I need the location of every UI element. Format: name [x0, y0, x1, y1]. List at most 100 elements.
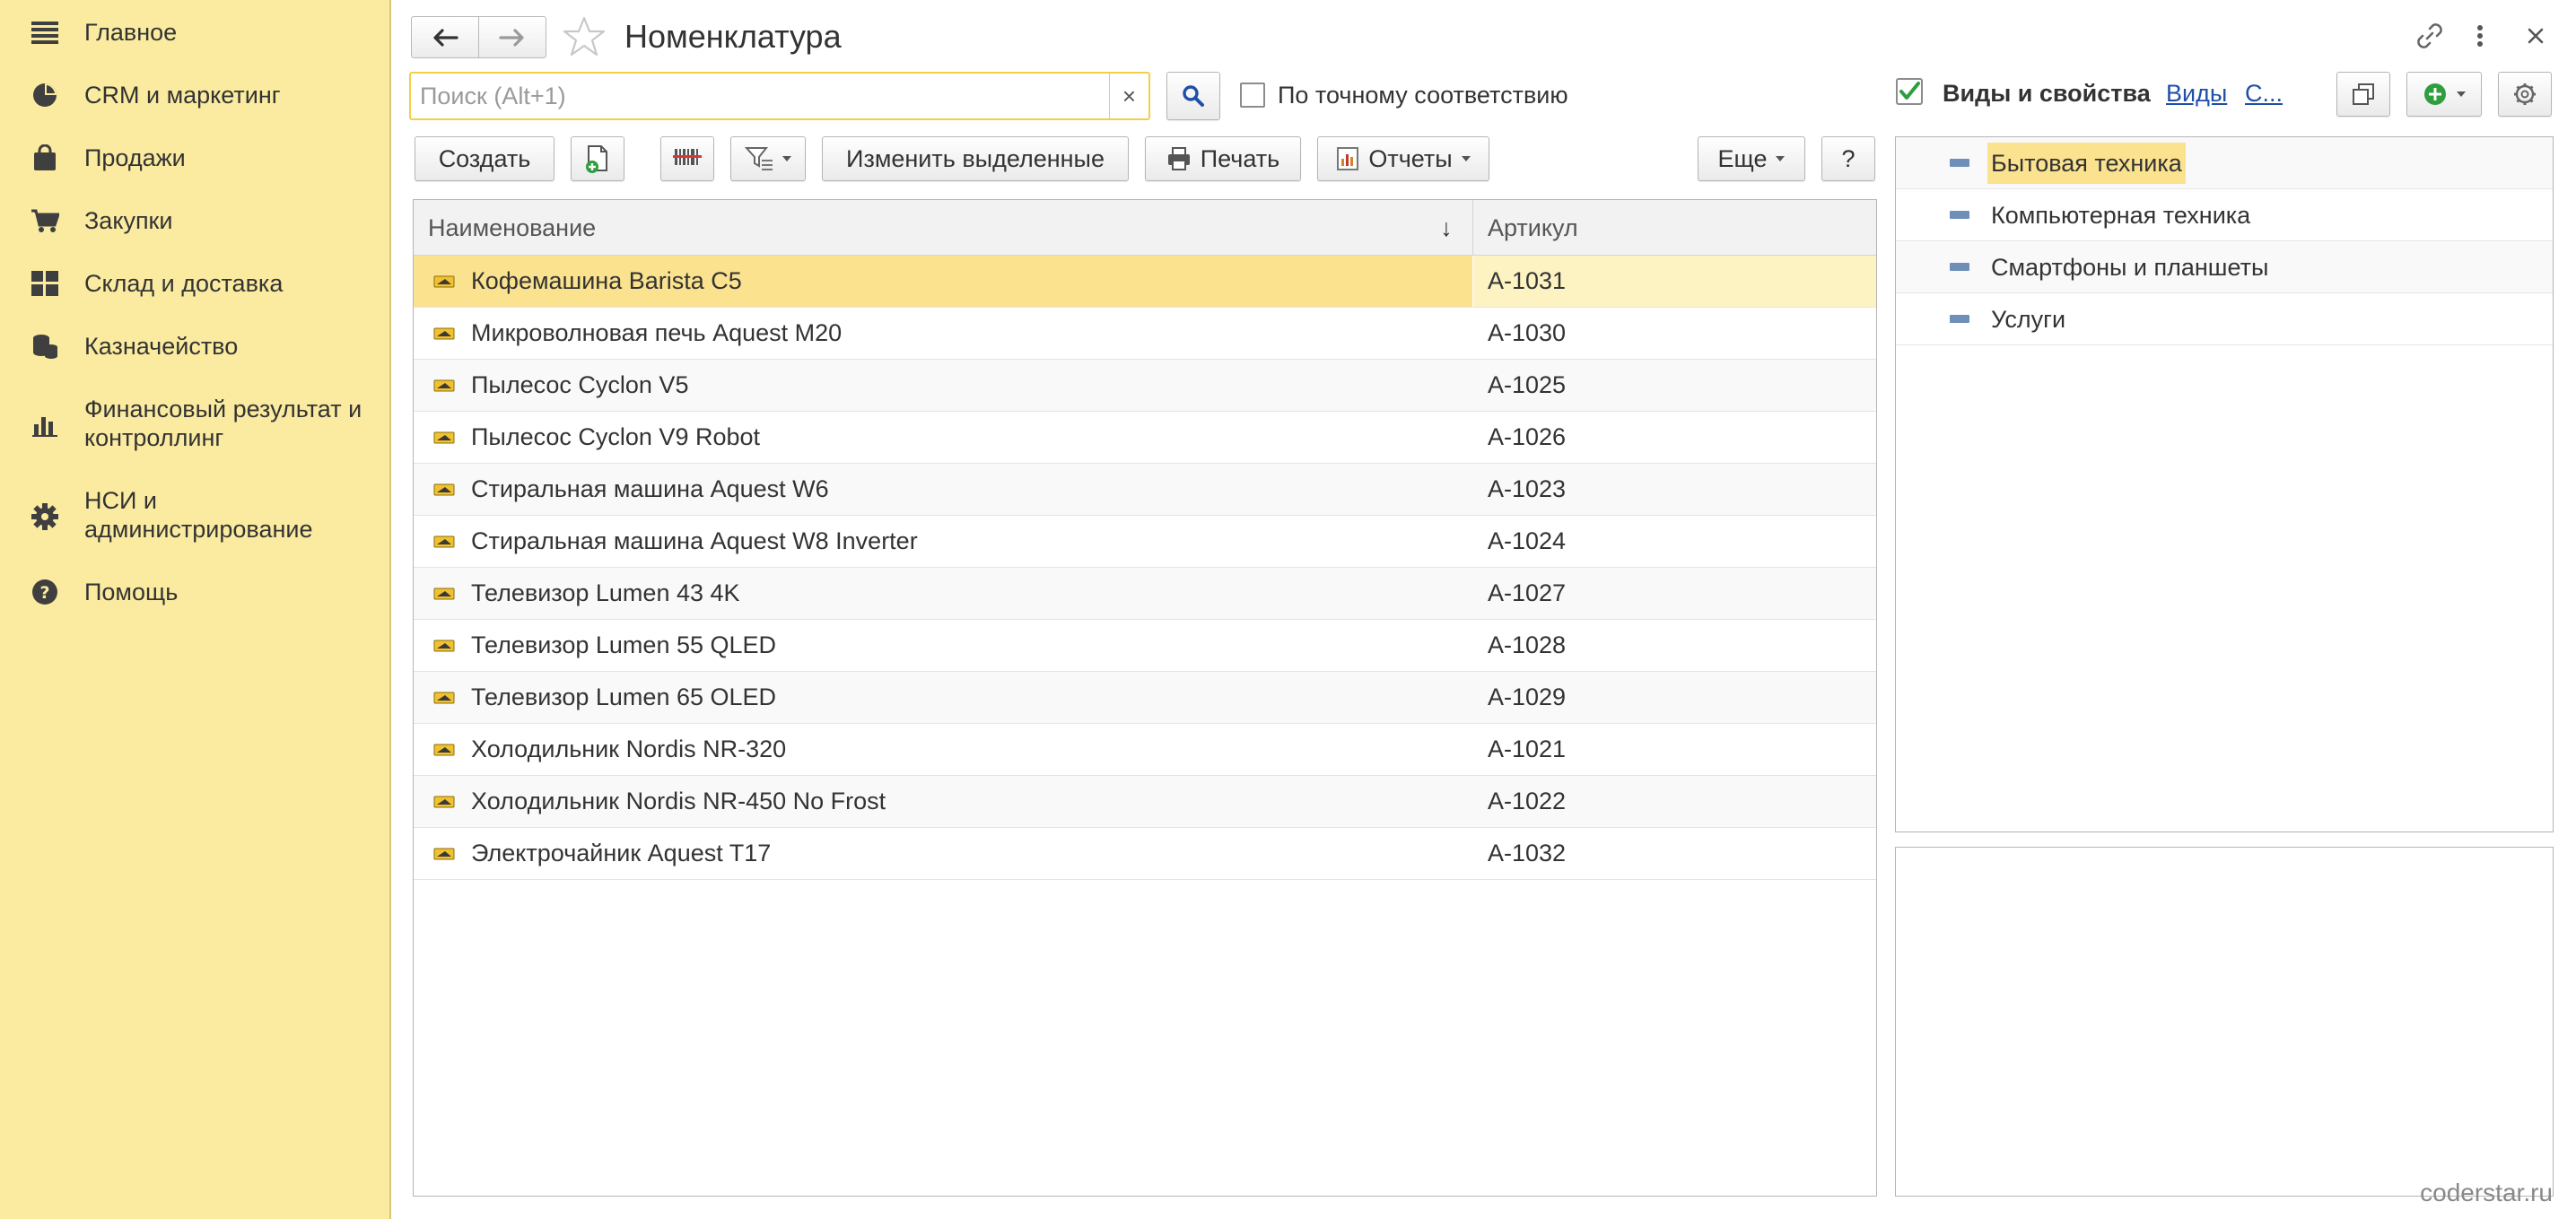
plus-circle-icon [2424, 83, 2446, 105]
search-icon [1183, 85, 1204, 107]
pie-chart-icon [29, 79, 61, 111]
barcode-search-button[interactable] [660, 136, 714, 181]
tree-item-label: Компьютерная техника [1991, 202, 2251, 229]
print-button[interactable]: Печать [1145, 136, 1301, 181]
tree-item[interactable]: Бытовая техника [1896, 137, 2553, 189]
properties-panel [1895, 847, 2554, 1197]
search-button[interactable] [1166, 72, 1220, 120]
edit-selected-button[interactable]: Изменить выделенные [822, 136, 1129, 181]
exact-match-label: По точному соответствию [1278, 82, 1568, 109]
table-row[interactable]: Пылесос Cyclon V5 А-1025 [414, 360, 1876, 412]
tree-item-label: Услуги [1991, 306, 2066, 333]
sidebar-item-label: Финансовый результат и контроллинг [84, 396, 362, 451]
tree-item[interactable]: Компьютерная техника [1896, 189, 2553, 241]
create-copy-button[interactable] [571, 136, 624, 181]
item-icon [433, 640, 455, 652]
cell-article: А-1028 [1488, 631, 1567, 658]
reports-dropdown-button[interactable]: Отчеты [1317, 136, 1489, 181]
sidebar-item-label: Продажи [84, 144, 186, 171]
column-header-name[interactable]: Наименование [428, 200, 1451, 256]
tree-node-icon [1950, 211, 1969, 219]
bar-chart-icon [29, 409, 61, 441]
cell-name: Электрочайник Aquest T17 [414, 828, 1472, 879]
arrow-left-icon [433, 28, 458, 47]
menu-icon [29, 16, 61, 48]
kinds-link[interactable]: Виды [2166, 79, 2227, 108]
cell-article: А-1026 [1488, 423, 1567, 450]
filter-dropdown-button[interactable] [730, 136, 806, 181]
table-row[interactable]: Холодильник Nordis NR-450 No Frost А-102… [414, 776, 1876, 828]
tree-item[interactable]: Смартфоны и планшеты [1896, 241, 2553, 293]
report-chart-icon [1337, 147, 1359, 170]
table-row[interactable]: Телевизор Lumen 65 OLED А-1029 [414, 672, 1876, 724]
table-row[interactable]: Микроволновая печь Aquest M20 А-1030 [414, 308, 1876, 360]
kinds-properties-title: Виды и свойства [1943, 80, 2151, 107]
search-box: × [409, 72, 1150, 120]
table-header: Наименование ↓ Артикул [414, 200, 1876, 256]
kinds-tree: Бытовая техника Компьютерная техника Сма… [1895, 136, 2554, 832]
favorite-star-icon[interactable] [562, 14, 607, 59]
cell-article: А-1025 [1488, 371, 1567, 398]
table-row[interactable]: Пылесос Cyclon V9 Robot А-1026 [414, 412, 1876, 464]
sidebar: Главное CRM и маркетинг Продажи Закупки … [0, 0, 391, 1219]
more-vertical-icon[interactable] [2469, 18, 2491, 54]
cell-article: А-1030 [1488, 319, 1567, 346]
chevron-down-icon [782, 156, 791, 161]
cell-name: Холодильник Nordis NR-450 No Frost [414, 776, 1472, 827]
cell-article: А-1027 [1488, 579, 1567, 606]
add-dropdown-button[interactable] [2406, 72, 2482, 117]
printer-icon [1167, 147, 1190, 170]
forward-button[interactable] [478, 16, 546, 58]
table-row[interactable]: Телевизор Lumen 55 QLED А-1028 [414, 620, 1876, 672]
sort-arrow-icon: ↓ [1440, 214, 1453, 241]
item-icon [433, 483, 455, 496]
more-link[interactable]: С... [2245, 79, 2283, 108]
cart-icon [29, 205, 61, 237]
table-row[interactable]: Холодильник Nordis NR-320 А-1021 [414, 724, 1876, 776]
warehouse-icon [29, 267, 61, 300]
cell-name: Стиральная машина Aquest W8 Inverter [414, 516, 1472, 567]
tree-node-icon [1950, 315, 1969, 323]
cell-article: А-1024 [1488, 527, 1567, 554]
cell-name: Пылесос Cyclon V5 [414, 360, 1472, 411]
shopping-bag-icon [29, 142, 61, 174]
settings-button[interactable] [2498, 72, 2552, 117]
tree-node-icon [1950, 159, 1969, 167]
table-row[interactable]: Стиральная машина Aquest W8 Inverter А-1… [414, 516, 1876, 568]
item-icon [433, 535, 455, 548]
copy-button[interactable] [2336, 72, 2390, 117]
search-clear-button[interactable]: × [1109, 74, 1148, 118]
cell-name: Телевизор Lumen 55 QLED [414, 620, 1472, 671]
close-icon[interactable] [2518, 18, 2554, 54]
table-row[interactable]: Телевизор Lumen 43 4K А-1027 [414, 568, 1876, 620]
cell-article: А-1029 [1488, 684, 1567, 710]
exact-match-checkbox[interactable] [1240, 83, 1265, 108]
cell-article: А-1021 [1488, 736, 1567, 762]
search-input[interactable] [411, 74, 1111, 118]
chevron-down-icon [1776, 156, 1786, 161]
sidebar-item-label: Казначейство [84, 333, 239, 360]
tree-item[interactable]: Услуги [1896, 293, 2553, 345]
sidebar-item-label: Главное [84, 19, 178, 46]
more-dropdown-button[interactable]: Еще [1698, 136, 1805, 181]
table-row[interactable]: Электрочайник Aquest T17 А-1032 [414, 828, 1876, 880]
copy-icon [2353, 83, 2374, 105]
help-button[interactable]: ? [1821, 136, 1875, 181]
cell-name: Телевизор Lumen 65 OLED [414, 672, 1472, 723]
item-icon [433, 588, 455, 600]
link-icon[interactable] [2412, 18, 2448, 54]
table-row[interactable]: Стиральная машина Aquest W6 А-1023 [414, 464, 1876, 516]
table-row[interactable]: Кофемашина Barista C5 А-1031 [414, 256, 1876, 308]
svg-text:?: ? [39, 583, 49, 603]
tree-item-label: Смартфоны и планшеты [1991, 254, 2269, 281]
arrow-right-icon [499, 28, 524, 47]
back-button[interactable] [411, 16, 479, 58]
item-icon [433, 379, 455, 392]
reports-label: Отчеты [1368, 144, 1453, 172]
column-header-article[interactable]: Артикул [1488, 200, 1864, 256]
filter-icon [745, 147, 773, 170]
item-icon [433, 744, 455, 756]
create-button[interactable]: Создать [415, 136, 554, 181]
cell-name: Микроволновая печь Aquest M20 [414, 308, 1472, 359]
kinds-properties-checkbox[interactable] [1895, 77, 1924, 106]
